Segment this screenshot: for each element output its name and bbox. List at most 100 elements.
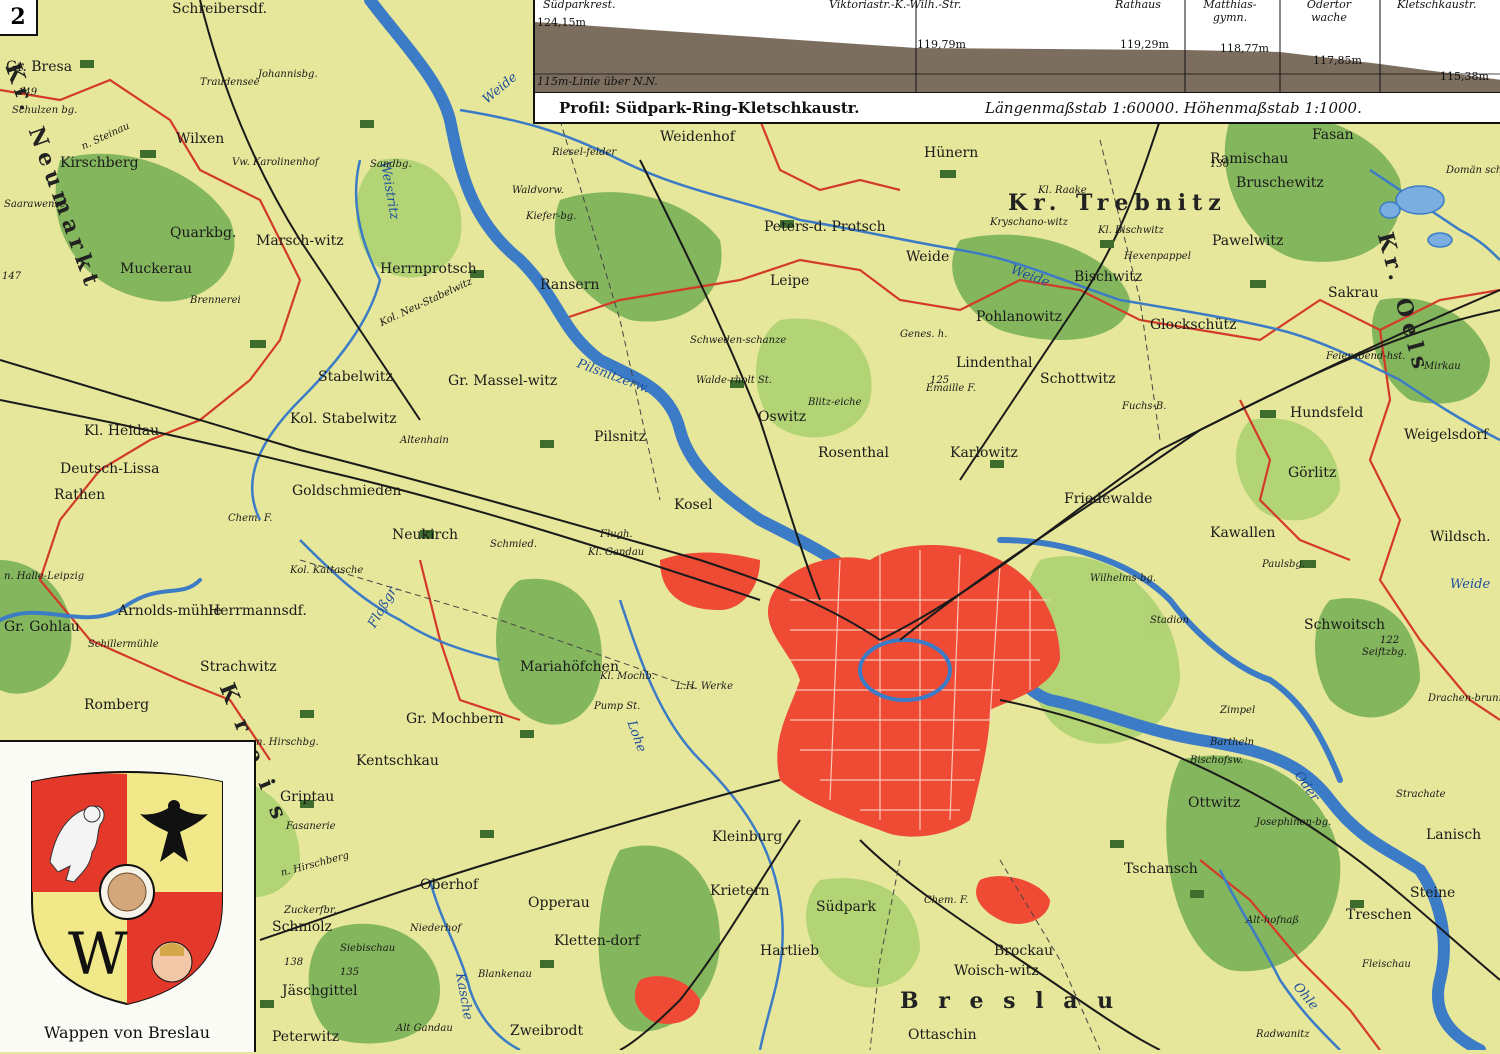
place-label: Hexenpappel — [1124, 251, 1191, 262]
place-label: Kol. Stabelwitz — [290, 411, 397, 427]
place-label: Schillermühle — [88, 639, 159, 650]
height-label: 136 — [1210, 159, 1230, 170]
place-label: Neukirch — [392, 527, 459, 543]
place-label: Südpark — [816, 899, 877, 915]
place-label: Fuchs-B. — [1122, 401, 1167, 412]
place-label: Schmolz — [272, 919, 333, 935]
place-label: Bruschewitz — [1236, 175, 1324, 191]
place-label: Hartlieb — [760, 943, 820, 959]
place-label: Pohlanowitz — [976, 309, 1063, 325]
place-label: Leipe — [770, 273, 810, 289]
place-label: Saarawenze — [4, 199, 66, 210]
place-label: Pilsnitz — [594, 429, 647, 445]
place-label: Seiftzbg. — [1362, 647, 1407, 658]
profile-elevation: 115,38m — [1440, 70, 1489, 83]
profile-station: Viktoriastr.-K.-Wilh.-Str. — [829, 0, 962, 11]
place-label: Blankenau — [478, 969, 532, 980]
profile-station: Odertor wache — [1306, 0, 1352, 24]
profile-baseline-label: 115m-Linie über N.N. — [537, 75, 658, 88]
head-face — [107, 872, 147, 912]
profile-elevation: 124,15m — [537, 16, 586, 29]
place-label: Kleinburg — [712, 829, 783, 845]
place-label: Fasan — [1312, 127, 1354, 143]
profile-elevation: 118,77m — [1220, 42, 1269, 55]
place-label: Ransern — [540, 277, 600, 293]
place-label: Hundsfeld — [1290, 405, 1364, 421]
place-label: Kl. Gandau — [588, 547, 645, 558]
place-label: Schulzen bg. — [12, 105, 78, 116]
place-label: Zweibrodt — [510, 1023, 584, 1039]
place-label: Niederhof — [410, 923, 462, 934]
height-label: 147 — [2, 271, 22, 282]
place-label: Genes. h. — [900, 329, 948, 340]
profile-caption: Profil: Südpark-Ring-Kletschkaustr. Läng… — [535, 92, 1500, 121]
place-label: Alt-hofnaß — [1246, 915, 1300, 926]
height-label: 122 — [1380, 635, 1400, 646]
place-label: Strachwitz — [200, 659, 277, 675]
place-label: Arnolds-mühle — [118, 603, 222, 619]
place-label: Kawallen — [1210, 525, 1276, 541]
place-label: Schmied. — [490, 539, 538, 550]
place-label: Muckerau — [120, 261, 193, 277]
place-label: Herrnprotsch — [380, 261, 477, 277]
place-label: Stadion — [1150, 615, 1189, 626]
place-label: Gr. Gohlau — [4, 619, 80, 635]
place-label: Peters-d. Protsch — [764, 219, 886, 235]
profile-inset: Südparkrest. 124,15m Viktoriastr.-K.-Wil… — [533, 0, 1500, 124]
place-label: Kletten-dorf — [554, 933, 640, 949]
height-label: 135 — [340, 967, 360, 978]
place-label: Stabelwitz — [318, 369, 393, 385]
height-label: 138 — [284, 957, 304, 968]
profile-station: Kletschkaustr. — [1397, 0, 1477, 11]
place-label: Zimpel — [1220, 705, 1256, 716]
place-label: Goldschmieden — [292, 483, 402, 499]
place-label: Chem. F. — [924, 895, 969, 906]
coat-of-arms: W — [31, 771, 223, 1006]
place-label: Deutsch-Lissa — [60, 461, 160, 477]
place-label: Lindenthal — [956, 355, 1033, 371]
place-label: Rathen — [54, 487, 106, 503]
place-label: Kl. Bischwitz — [1098, 225, 1164, 236]
place-label: Tschansch — [1124, 861, 1198, 877]
place-label: Kiefer-bg. — [526, 211, 577, 222]
height-label: 149 — [18, 87, 38, 98]
place-label: Wilxen — [176, 131, 225, 147]
place-label: Ottaschin — [908, 1027, 977, 1043]
profile-station: Matthias-gymn. — [1203, 0, 1257, 24]
place-label: Herrmannsdf. — [208, 603, 307, 619]
place-label: Weidenhof — [660, 129, 735, 145]
place-label: Peterwitz — [272, 1029, 340, 1045]
place-label: Kl. Raake — [1038, 185, 1087, 196]
place-label: Woisch-witz — [954, 963, 1039, 979]
place-label: Wildsch. — [1430, 529, 1491, 545]
place-label: Hünern — [924, 145, 979, 161]
profile-station: Südparkrest. — [543, 0, 616, 11]
profile-title: Profil: Südpark-Ring-Kletschkaustr. — [559, 99, 860, 117]
place-label: Treschen — [1346, 907, 1412, 923]
place-label: Feierabend-hst. — [1326, 351, 1406, 362]
place-label: Siebischau — [340, 943, 396, 954]
place-label: Kosel — [674, 497, 713, 513]
place-label: Karlowitz — [950, 445, 1018, 461]
place-label: n. Hirschbg. — [256, 737, 319, 748]
place-label: Strachate — [1396, 789, 1446, 800]
place-label: Romberg — [84, 697, 150, 713]
profile-station: Rathaus — [1115, 0, 1161, 11]
place-label: Glockschütz — [1150, 317, 1237, 333]
place-label: Kryschano-witz — [990, 217, 1068, 228]
place-label: Bischwitz — [1074, 269, 1143, 285]
place-label: Schweden-schanze — [690, 335, 787, 346]
shield-letter: W — [68, 920, 128, 988]
place-label: Mirkau — [1424, 361, 1461, 372]
place-label: Görlitz — [1288, 465, 1337, 481]
place-label: Lanisch — [1426, 827, 1482, 843]
profile-elevation: 119,29m — [1120, 38, 1169, 51]
place-label: Riesel-felder — [552, 147, 617, 158]
place-label: Rosenthal — [818, 445, 889, 461]
place-label: Fasanerie — [286, 821, 336, 832]
place-label: Steine — [1410, 885, 1456, 901]
place-label: Flugh. — [600, 529, 633, 540]
profile-scale: Längenmaßstab 1:60000. Höhenmaßstab 1:10… — [985, 99, 1362, 117]
place-label: Alt Gandau — [396, 1023, 453, 1034]
place-label: n. Halle-Leipzig — [4, 571, 85, 582]
